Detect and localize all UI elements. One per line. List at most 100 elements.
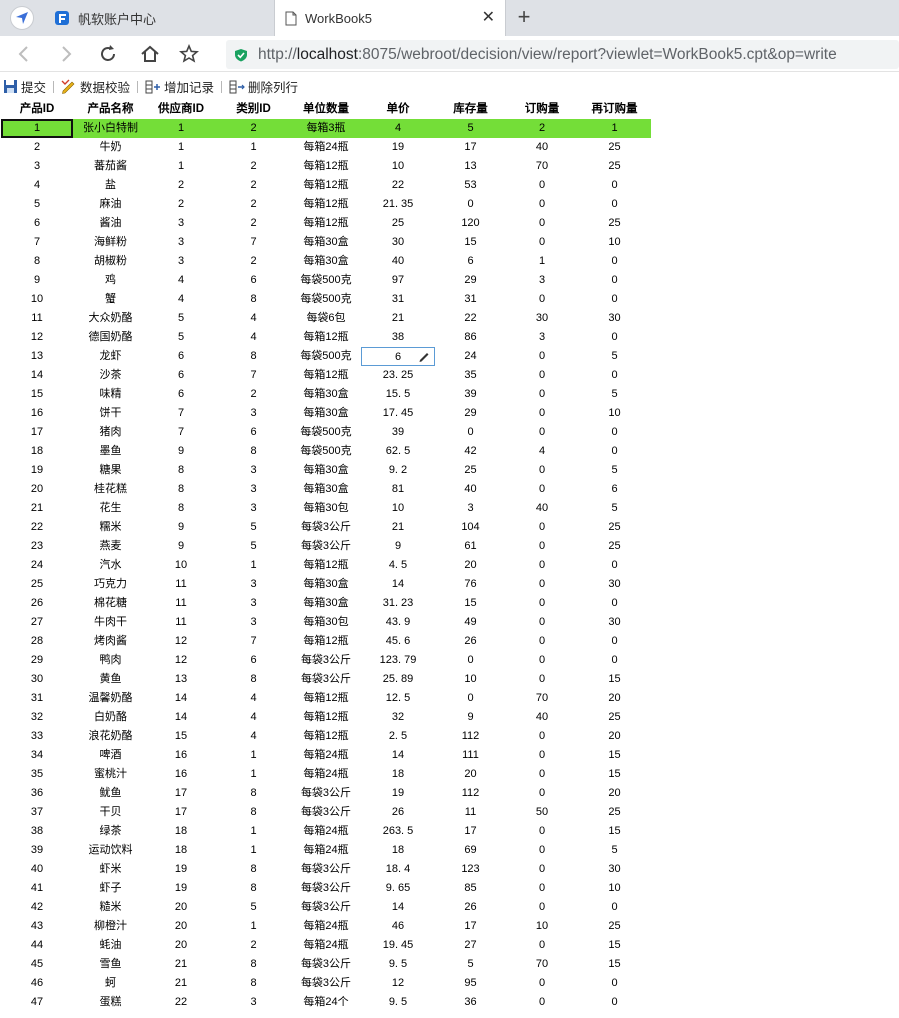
table-cell[interactable]: 3 [216, 575, 291, 594]
table-cell[interactable]: 5 [578, 385, 651, 404]
table-cell[interactable]: 虾子 [75, 879, 146, 898]
table-row[interactable]: 19 糖果 8 3 每箱30盒 9. 2 25 0 5 [1, 461, 651, 480]
table-cell[interactable]: 42 [435, 442, 506, 461]
table-cell[interactable]: 40 [506, 138, 578, 157]
table-cell[interactable]: 9. 2 [361, 461, 435, 480]
table-cell[interactable]: 0 [506, 727, 578, 746]
table-cell[interactable]: 0 [506, 480, 578, 499]
table-cell[interactable]: 3 [506, 328, 578, 347]
table-cell[interactable]: 9 [146, 442, 216, 461]
table-cell[interactable]: 每箱12瓶 [291, 708, 361, 727]
table-row[interactable]: 14 沙茶 6 7 每箱12瓶 23. 25 35 0 0 [1, 366, 651, 385]
table-cell[interactable]: 43 [1, 917, 73, 936]
table-cell[interactable]: 0 [578, 594, 651, 613]
table-cell[interactable]: 蟹 [75, 290, 146, 309]
table-cell[interactable]: 4. 5 [361, 556, 435, 575]
table-cell[interactable]: 8 [216, 803, 291, 822]
table-cell[interactable]: 棉花糖 [75, 594, 146, 613]
table-cell[interactable]: 12 [146, 651, 216, 670]
table-cell[interactable]: 36 [435, 993, 506, 1012]
table-row[interactable]: 38 绿茶 18 1 每箱24瓶 263. 5 17 0 15 [1, 822, 651, 841]
table-row[interactable]: 41 虾子 19 8 每袋3公斤 9. 65 85 0 10 [1, 879, 651, 898]
table-cell[interactable]: 14 [361, 898, 435, 917]
table-cell[interactable]: 每箱12瓶 [291, 366, 361, 385]
table-cell[interactable]: 12. 5 [361, 689, 435, 708]
table-cell[interactable]: 0 [506, 936, 578, 955]
table-cell[interactable]: 34 [1, 746, 73, 765]
table-cell[interactable]: 每箱24瓶 [291, 936, 361, 955]
table-cell[interactable]: 18 [1, 442, 73, 461]
table-row[interactable]: 32 白奶酪 14 4 每箱12瓶 32 9 40 25 [1, 708, 651, 727]
table-cell[interactable]: 47 [1, 993, 73, 1012]
table-cell[interactable]: 16 [1, 404, 73, 423]
table-cell[interactable]: 30 [578, 575, 651, 594]
table-cell[interactable]: 7 [1, 233, 73, 252]
table-cell[interactable]: 0 [506, 195, 578, 214]
table-cell[interactable]: 0 [506, 632, 578, 651]
table-cell[interactable]: 19 [146, 860, 216, 879]
table-cell[interactable]: 14 [146, 689, 216, 708]
table-cell[interactable]: 18. 4 [361, 860, 435, 879]
table-cell[interactable]: 烤肉酱 [75, 632, 146, 651]
table-cell[interactable]: 5 [435, 955, 506, 974]
table-cell[interactable]: 1 [216, 746, 291, 765]
table-cell[interactable]: 40 [435, 480, 506, 499]
table-cell[interactable]: 4 [216, 708, 291, 727]
table-cell[interactable]: 8 [216, 879, 291, 898]
table-row[interactable]: 7 海鲜粉 3 7 每箱30盒 30 15 0 10 [1, 233, 651, 252]
table-cell[interactable]: 21. 35 [361, 195, 435, 214]
table-cell[interactable]: 德国奶酪 [75, 328, 146, 347]
table-cell[interactable]: 8 [216, 670, 291, 689]
table-cell[interactable]: 44 [1, 936, 73, 955]
table-cell[interactable]: 浪花奶酪 [75, 727, 146, 746]
table-cell[interactable]: 35 [435, 366, 506, 385]
table-cell[interactable]: 9. 5 [361, 955, 435, 974]
table-cell[interactable]: 每箱12瓶 [291, 689, 361, 708]
table-cell[interactable]: 20 [435, 556, 506, 575]
table-cell[interactable]: 42 [1, 898, 73, 917]
table-cell[interactable]: 10 [578, 404, 651, 423]
table-cell[interactable]: 0 [506, 575, 578, 594]
table-cell[interactable]: 13 [146, 670, 216, 689]
table-cell[interactable]: 85 [435, 879, 506, 898]
table-cell[interactable]: 40 [506, 708, 578, 727]
editing-cell[interactable]: 6 [361, 347, 435, 366]
table-cell[interactable]: 2 [146, 195, 216, 214]
table-cell[interactable]: 3 [216, 993, 291, 1012]
table-cell[interactable]: 16 [146, 746, 216, 765]
tab-account-center[interactable]: 帆软账户中心 [44, 0, 272, 36]
table-cell[interactable]: 25 [1, 575, 73, 594]
table-cell[interactable]: 11 [1, 309, 73, 328]
table-cell[interactable]: 沙茶 [75, 366, 146, 385]
table-row[interactable]: 5 麻油 2 2 每箱12瓶 21. 35 0 0 0 [1, 195, 651, 214]
table-cell[interactable]: 62. 5 [361, 442, 435, 461]
table-cell[interactable]: 海鲜粉 [75, 233, 146, 252]
table-cell[interactable]: 0 [506, 651, 578, 670]
table-cell[interactable]: 9 [361, 537, 435, 556]
table-cell[interactable]: 每箱24瓶 [291, 917, 361, 936]
table-cell[interactable]: 111 [435, 746, 506, 765]
table-cell[interactable]: 蜜桃汁 [75, 765, 146, 784]
new-tab-icon[interactable]: + [512, 5, 536, 29]
table-cell[interactable]: 40 [361, 252, 435, 271]
table-cell[interactable]: 18 [361, 841, 435, 860]
table-cell[interactable]: 29 [1, 651, 73, 670]
table-cell[interactable]: 9 [146, 537, 216, 556]
table-cell[interactable]: 1 [216, 822, 291, 841]
table-cell[interactable]: 鱿鱼 [75, 784, 146, 803]
table-cell[interactable]: 40 [506, 499, 578, 518]
table-cell[interactable]: 70 [506, 689, 578, 708]
table-cell[interactable]: 112 [435, 727, 506, 746]
table-row[interactable]: 3 蕃茄酱 1 2 每箱12瓶 10 13 70 25 [1, 157, 651, 176]
table-cell[interactable]: 6 [435, 252, 506, 271]
table-cell[interactable]: 每袋500克 [291, 271, 361, 290]
table-cell[interactable]: 7 [146, 404, 216, 423]
table-cell[interactable]: 大众奶酪 [75, 309, 146, 328]
table-row[interactable]: 23 燕麦 9 5 每袋3公斤 9 61 0 25 [1, 537, 651, 556]
table-cell[interactable]: 0 [506, 347, 578, 366]
table-cell[interactable]: 25 [361, 214, 435, 233]
table-cell[interactable]: 蚝油 [75, 936, 146, 955]
table-row[interactable]: 13 龙虾 6 8 每袋500克 6 24 0 5 [1, 347, 651, 366]
table-cell[interactable]: 5 [146, 309, 216, 328]
table-cell[interactable]: 0 [506, 613, 578, 632]
